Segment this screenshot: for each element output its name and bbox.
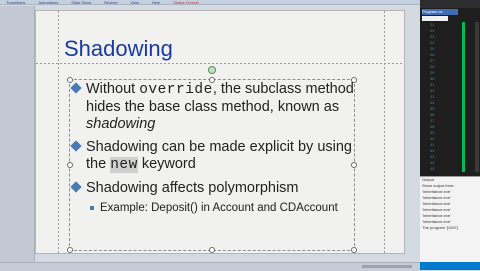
rotate-handle-icon[interactable] <box>208 66 216 74</box>
bullet-list[interactable]: Without override, the subclass method hi… <box>70 81 362 215</box>
ribbon-tab-shape-format[interactable]: Shape Format <box>173 0 198 4</box>
line-number: 45 <box>430 166 435 171</box>
bullet-item: Shadowing can be made explicit by using … <box>70 139 362 174</box>
ribbon-tab-view[interactable]: View <box>130 0 139 4</box>
diamond-bullet-icon <box>70 140 82 152</box>
sub-bullet-item: Example: Deposit() in Account and CDAcco… <box>72 201 362 215</box>
powerpoint-window: Transitions Animations Slide Show Review… <box>0 0 420 271</box>
slide-thumbnail-pane[interactable] <box>0 6 35 262</box>
ribbon-tab-transitions[interactable]: Transitions <box>6 0 25 4</box>
ribbon-tab-help[interactable]: Help <box>152 0 160 4</box>
ribbon-tab-review[interactable]: Review <box>104 0 117 4</box>
ribbon-tab-slide-show[interactable]: Slide Show <box>71 0 91 4</box>
resize-handle[interactable] <box>351 247 357 253</box>
editor-tab[interactable]: Program.cs <box>422 9 458 15</box>
guide-line <box>58 11 59 253</box>
editor-scrollbar[interactable] <box>475 22 479 172</box>
slide-canvas[interactable]: Shadowing Without override, the subclass… <box>35 10 405 254</box>
ide-status-bar <box>420 262 480 270</box>
code-word: override <box>139 82 213 98</box>
zoom-slider[interactable] <box>362 265 412 268</box>
bullet-item: Shadowing affects polymorphism <box>70 180 362 197</box>
diamond-bullet-icon <box>70 82 82 94</box>
bullet-item: Without override, the subclass method hi… <box>70 81 362 133</box>
visual-studio-window: Program.cs 21 22 23 24 25 26 27 28 29 30 31 32 33 34 3… <box>420 0 480 270</box>
editor-tab-secondary[interactable] <box>422 16 448 21</box>
ribbon-tabs: Transitions Animations Slide Show Review… <box>0 0 420 5</box>
output-line: The program '[1097] <box>422 225 458 230</box>
code-editor[interactable] <box>448 22 478 172</box>
guide-line <box>384 11 385 253</box>
ide-title-bar <box>420 0 480 8</box>
square-bullet-icon <box>90 206 94 210</box>
output-pane[interactable]: Output Show output from: 'Inheritance.exe… <box>420 176 480 262</box>
slide-title[interactable]: Shadowing <box>64 36 173 62</box>
resize-handle[interactable] <box>67 247 73 253</box>
code-word-selected: new <box>110 157 138 173</box>
output-lines: Show output from: 'Inheritance.exe' 'Inher… <box>422 183 480 231</box>
resize-handle[interactable] <box>209 247 215 253</box>
guide-line <box>36 63 404 64</box>
line-numbers: 21 22 23 24 25 26 27 28 29 30 31 32 33 34 35 36 37 38 39 40… <box>430 22 446 172</box>
diamond-bullet-icon <box>70 181 82 193</box>
ribbon-tab-animations[interactable]: Animations <box>38 0 58 4</box>
italic-term: shadowing <box>86 116 156 132</box>
